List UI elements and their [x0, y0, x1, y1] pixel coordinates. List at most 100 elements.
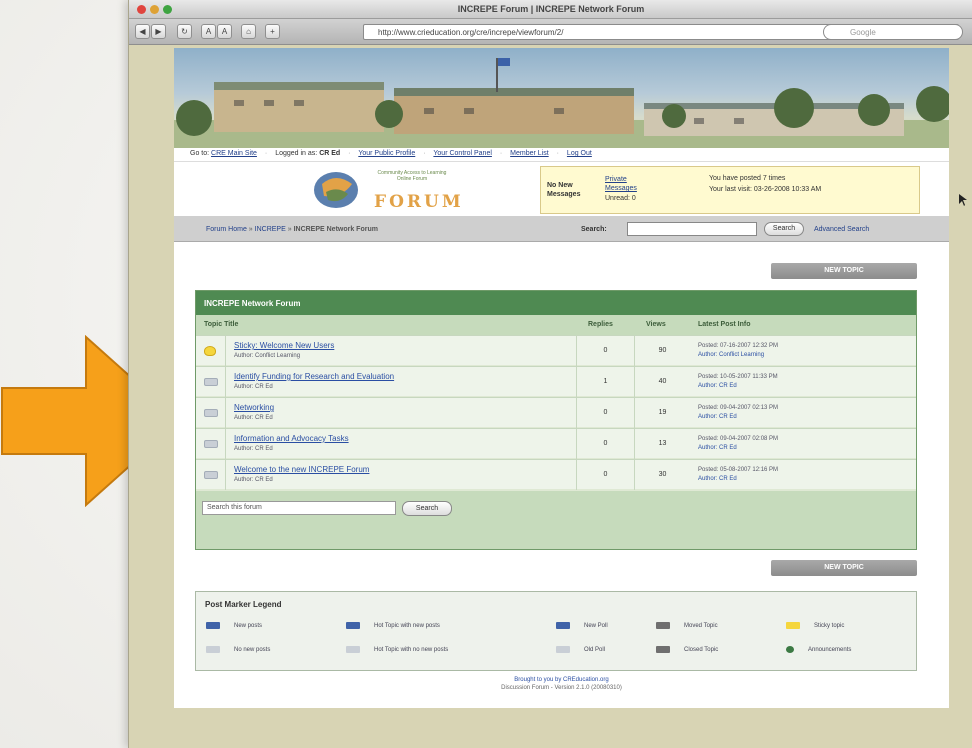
- banner-illustration: [174, 58, 949, 148]
- username: CR Ed: [319, 150, 341, 157]
- topic-title-link[interactable]: Sticky: Welcome New Users: [234, 341, 334, 350]
- forum-logo-icon[interactable]: [312, 170, 360, 210]
- top-navigation: Go to: CRE Main Site · Logged in as: CR …: [174, 148, 949, 162]
- posted-count: You have posted 7 times: [709, 175, 786, 182]
- legend-item: Sticky topic: [786, 622, 844, 629]
- title-bar: INCREPE Forum | INCREPE Network Forum: [129, 0, 972, 19]
- legend-item: Hot Topic with new posts: [346, 622, 440, 629]
- footer-version: Discussion Forum - Version 2.1.0 (200803…: [501, 685, 622, 691]
- legend-item: Moved Topic: [656, 622, 718, 629]
- post-marker-legend: Post Marker Legend New posts Hot Topic w…: [195, 591, 917, 671]
- closed-topic-icon: [656, 646, 670, 653]
- browser-window: INCREPE Forum | INCREPE Network Forum ◀ …: [128, 0, 972, 748]
- search-input[interactable]: [627, 222, 757, 236]
- search-placeholder: Google: [850, 28, 876, 37]
- unread-count: Unread: 0: [605, 195, 636, 202]
- add-bookmark-button[interactable]: +: [265, 24, 280, 39]
- forward-button[interactable]: ▶: [151, 24, 166, 39]
- sticky-topic-icon: [786, 622, 800, 629]
- latest-author-link[interactable]: Author: CR Ed: [698, 445, 737, 451]
- forum-search-button[interactable]: Search: [402, 501, 452, 516]
- text-smaller-button[interactable]: A: [201, 24, 216, 39]
- browser-search-input[interactable]: Google: [823, 24, 963, 40]
- reload-button[interactable]: ↻: [177, 24, 192, 39]
- latest-post-info: Posted: 05-08-2007 12:16 PM Author: CR Ed: [698, 467, 779, 482]
- logo-subtitle: Community Access to Learning Online Foru…: [377, 170, 447, 182]
- legend-item: No new posts: [206, 646, 270, 653]
- forum-topics-table: INCREPE Network Forum Topic Title Replie…: [195, 290, 917, 550]
- text-bigger-button[interactable]: A: [217, 24, 232, 39]
- latest-author-link[interactable]: Author: Conflict Learning: [698, 352, 764, 358]
- topic-title-link[interactable]: Identify Funding for Research and Evalua…: [234, 372, 394, 381]
- member-list-link[interactable]: Member List: [510, 150, 549, 157]
- no-new-messages-label: No New Messages: [547, 182, 581, 198]
- footer-brand-link[interactable]: Brought to you by CREducation.org: [514, 677, 608, 683]
- hot-topic-new-icon: [346, 622, 360, 629]
- mouse-cursor-icon: [959, 194, 967, 206]
- control-panel-link[interactable]: Your Control Panel: [433, 150, 492, 157]
- new-posts-icon: [206, 622, 220, 629]
- latest-author-link[interactable]: Author: CR Ed: [698, 414, 737, 420]
- legend-item: Hot Topic with no new posts: [346, 646, 448, 653]
- table-row: Information and Advocacy Tasks Author: C…: [196, 428, 916, 459]
- logged-in-label: Logged in as:: [275, 150, 318, 157]
- topic-title-link[interactable]: Networking: [234, 403, 274, 412]
- col-latest: Latest Post Info: [698, 321, 751, 328]
- breadcrumb-bar: Forum Home » INCREPE » INCREPE Network F…: [174, 216, 949, 242]
- reply-count: 0: [576, 336, 634, 366]
- breadcrumb: Forum Home » INCREPE » INCREPE Network F…: [206, 226, 378, 233]
- topic-folder-icon: [204, 471, 218, 479]
- latest-post-info: Posted: 10-05-2007 11:33 PM Author: CR Ed: [698, 374, 778, 389]
- new-topic-button-bottom[interactable]: NEW TOPIC: [771, 560, 917, 576]
- messages-box: No New Messages Private Messages Unread:…: [540, 166, 920, 214]
- forum-search-input[interactable]: Search this forum: [202, 501, 396, 515]
- latest-post-info: Posted: 09-04-2007 02:13 PM Author: CR Ed: [698, 405, 779, 420]
- breadcrumb-current: INCREPE Network Forum: [293, 226, 378, 233]
- col-replies: Replies: [588, 321, 613, 328]
- logout-link[interactable]: Log Out: [567, 150, 592, 157]
- forum-search-footer: Search this forum Search: [196, 491, 916, 549]
- latest-author-link[interactable]: Author: CR Ed: [698, 383, 737, 389]
- view-count: 30: [634, 460, 690, 490]
- url-text: http://www.crieducation.org/cre/increpe/…: [378, 28, 564, 37]
- topic-author: Author: CR Ed: [234, 477, 273, 483]
- breadcrumb-forum-home[interactable]: Forum Home: [206, 226, 247, 233]
- moved-topic-icon: [656, 622, 670, 629]
- reply-count: 0: [576, 398, 634, 428]
- reply-count: 0: [576, 429, 634, 459]
- latest-post-info: Posted: 07-16-2007 12:32 PM Author: Confl…: [698, 343, 779, 358]
- search-button[interactable]: Search: [764, 222, 804, 236]
- view-count: 40: [634, 367, 690, 397]
- legend-item: Old Poll: [556, 646, 605, 653]
- no-new-posts-icon: [206, 646, 220, 653]
- topic-title-link[interactable]: Information and Advocacy Tasks: [234, 434, 349, 443]
- legend-item: Announcements: [786, 646, 851, 653]
- new-topic-button-top[interactable]: NEW TOPIC: [771, 263, 917, 279]
- view-count: 90: [634, 336, 690, 366]
- latest-post-info: Posted: 09-04-2007 02:08 PM Author: CR Ed: [698, 436, 779, 451]
- latest-author-link[interactable]: Author: CR Ed: [698, 476, 737, 482]
- back-button[interactable]: ◀: [135, 24, 150, 39]
- forum-name-header: INCREPE Network Forum: [196, 291, 916, 315]
- private-messages-link[interactable]: Private Messages: [605, 175, 655, 193]
- new-poll-icon: [556, 622, 570, 629]
- view-count: 13: [634, 429, 690, 459]
- topic-folder-icon: [204, 378, 218, 386]
- topic-author: Author: CR Ed: [234, 384, 273, 390]
- school-banner-image: [174, 48, 949, 148]
- main-site-link[interactable]: CRE Main Site: [211, 150, 257, 157]
- home-button[interactable]: ⌂: [241, 24, 256, 39]
- public-profile-link[interactable]: Your Public Profile: [358, 150, 415, 157]
- column-headers: Topic Title Replies Views Latest Post In…: [196, 315, 916, 335]
- topic-title-link[interactable]: Welcome to the new INCREPE Forum: [234, 465, 369, 474]
- topic-author: Author: CR Ed: [234, 415, 273, 421]
- topic-folder-icon: [204, 440, 218, 448]
- advanced-search-link[interactable]: Advanced Search: [814, 226, 869, 233]
- table-row: Sticky: Welcome New Users Author: Confli…: [196, 335, 916, 366]
- reply-count: 0: [576, 460, 634, 490]
- legend-item: Closed Topic: [656, 646, 718, 653]
- breadcrumb-increpe[interactable]: INCREPE: [255, 226, 286, 233]
- view-count: 19: [634, 398, 690, 428]
- goto-label: Go to:: [190, 150, 210, 157]
- col-topic-title: Topic Title: [204, 321, 239, 328]
